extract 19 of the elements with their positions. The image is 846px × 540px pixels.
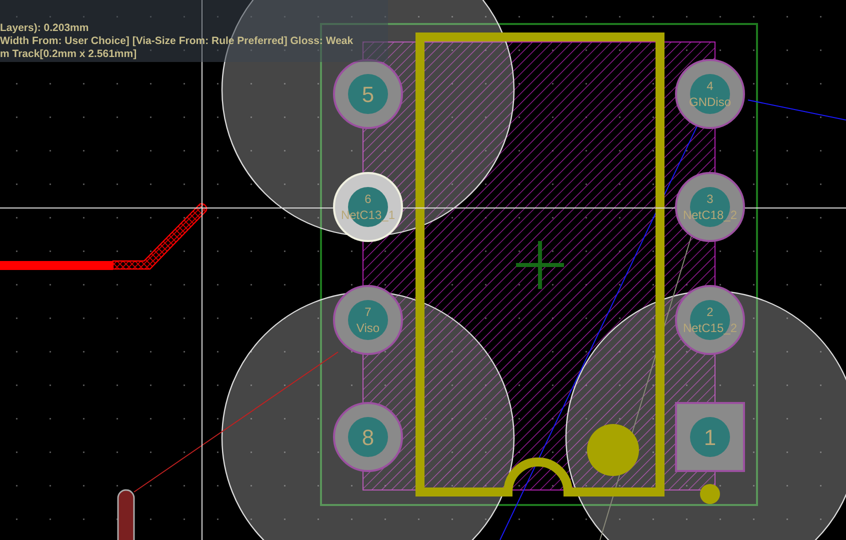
pad-number: 7 xyxy=(364,305,372,319)
pad-number: 8 xyxy=(362,425,374,450)
pad-number: 3 xyxy=(706,192,714,206)
pad-hole xyxy=(348,417,388,457)
pad-number: 1 xyxy=(704,425,716,450)
pad-hole xyxy=(690,417,730,457)
pad-number: 6 xyxy=(364,192,372,206)
info-text: m Track[0.2mm x 2.561mm] xyxy=(0,48,137,61)
net-label: Viso xyxy=(356,321,380,335)
pad-number: 5 xyxy=(362,82,374,107)
pad-hole xyxy=(348,300,388,340)
pad-number: 2 xyxy=(706,305,714,319)
pin-one-dot xyxy=(700,484,720,504)
origin-cross xyxy=(514,239,566,291)
pad-number: 4 xyxy=(706,79,714,93)
info-text: Layers): 0.203mm xyxy=(0,22,89,35)
via-track xyxy=(117,489,135,540)
pin-one-marker xyxy=(587,424,639,476)
pad-hole xyxy=(348,74,388,114)
